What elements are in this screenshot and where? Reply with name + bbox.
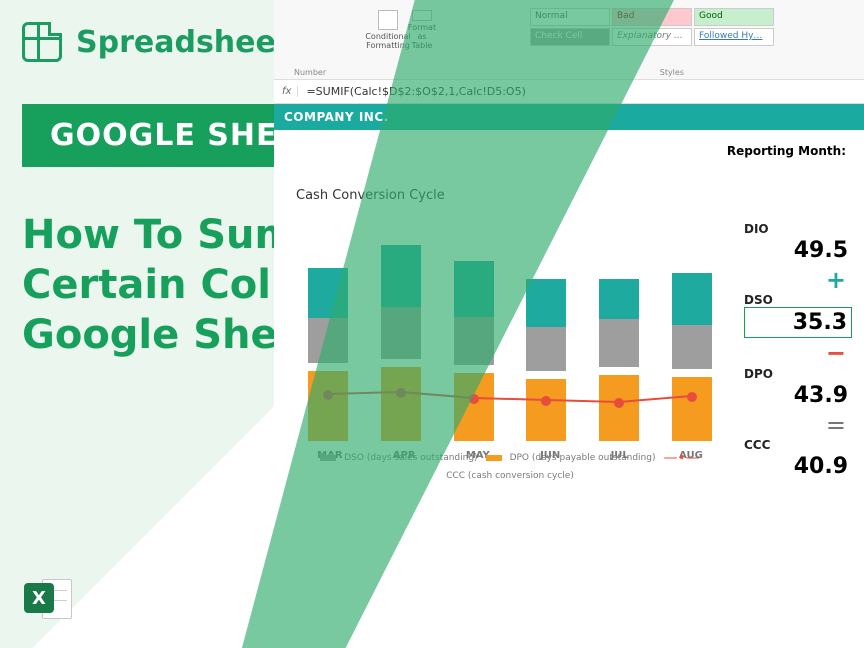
reporting-month-label: Reporting Month:: [727, 144, 846, 158]
minus-icon: −: [744, 346, 846, 360]
metric-dio: DIO49.5: [744, 222, 852, 265]
legend-swatch-dpo: [486, 455, 502, 461]
metrics-panel: DIO49.5 + DSO35.3 − DPO43.9 = CCC40.9: [744, 222, 852, 489]
equals-icon: =: [744, 418, 846, 432]
ribbon-group-number: Number: [294, 68, 326, 77]
cell-styles-gallery[interactable]: Normal Bad Good Check Cell Explanatory ……: [530, 8, 774, 46]
bar-jul: [599, 279, 639, 441]
style-normal[interactable]: Normal: [530, 8, 610, 26]
bar-jun: [526, 279, 566, 441]
fx-icon: fx: [282, 86, 298, 97]
conditional-formatting-button[interactable]: Conditional Formatting: [374, 10, 402, 50]
logo-mark-icon: [22, 22, 62, 62]
ribbon: Conditional Formatting Format as Table N…: [274, 0, 864, 80]
ribbon-group-styles: Styles: [660, 68, 684, 77]
style-bad[interactable]: Bad: [612, 8, 692, 26]
cash-conversion-chart: MARAPRMAYJUNJULAUG DSO (days sales outst…: [292, 211, 728, 481]
spreadsheet-screenshot: Conditional Formatting Format as Table N…: [274, 0, 864, 648]
format-as-table-button[interactable]: Format as Table: [408, 10, 436, 50]
bar-apr: [381, 245, 421, 441]
bar-may: [454, 261, 494, 441]
company-header: COMPANY INC.: [274, 104, 864, 130]
plus-icon: +: [744, 273, 846, 287]
chart-legend: DSO (days sales outstanding) DPO (days p…: [292, 453, 728, 481]
legend-swatch-ccc: —•—: [663, 455, 699, 461]
formula-bar[interactable]: fx =SUMIF(Calc!$D$2:$O$2,1,Calc!D5:O5): [274, 80, 864, 104]
legend-swatch-dso: [320, 455, 336, 461]
style-followed-link[interactable]: Followed Hy…: [694, 28, 774, 46]
chart-title: Cash Conversion Cycle: [296, 188, 848, 203]
metric-dso: DSO35.3: [744, 293, 852, 338]
style-check-cell[interactable]: Check Cell: [530, 28, 610, 46]
metric-dpo: DPO43.9: [744, 367, 852, 410]
style-explanatory[interactable]: Explanatory …: [612, 28, 692, 46]
formula-text: =SUMIF(Calc!$D$2:$O$2,1,Calc!D5:O5): [306, 85, 525, 98]
metric-ccc: CCC40.9: [744, 438, 852, 481]
excel-icon: X: [22, 574, 76, 624]
bar-aug: [672, 273, 712, 441]
style-good[interactable]: Good: [694, 8, 774, 26]
bar-mar: [308, 268, 348, 441]
